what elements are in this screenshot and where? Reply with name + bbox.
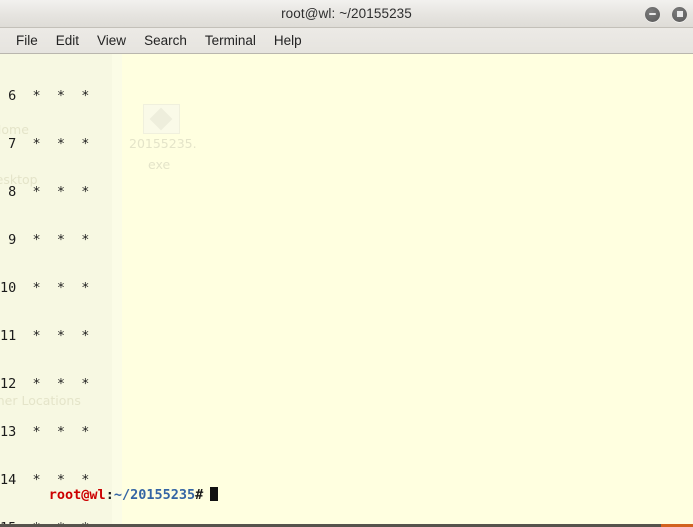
minimize-icon: [649, 13, 656, 15]
terminal-line: 9 * * *: [0, 232, 90, 248]
menu-item-terminal[interactable]: Terminal: [196, 31, 265, 51]
menu-bar: File Edit View Search Terminal Help: [0, 28, 693, 54]
terminal-line: 10 * * *: [0, 280, 90, 296]
title-bar[interactable]: root@wl: ~/20155235: [0, 0, 693, 28]
menu-item-edit[interactable]: Edit: [47, 31, 88, 51]
text-cursor[interactable]: [210, 487, 219, 501]
maximize-button[interactable]: [672, 6, 687, 22]
minimize-button[interactable]: [645, 6, 660, 22]
shell-prompt: root@wl:~/20155235#: [0, 471, 219, 519]
terminal-line: 8 * * *: [0, 184, 90, 200]
window-controls: [645, 0, 687, 28]
prompt-sigil: #: [195, 487, 204, 503]
window-title: root@wl: ~/20155235: [281, 6, 412, 21]
terminal-line: 11 * * *: [0, 328, 90, 344]
terminal-screen[interactable]: 20155235. exe Home Desktop Other Locatio…: [0, 54, 693, 527]
maximize-icon: [676, 11, 683, 17]
terminal-line: 7 * * *: [0, 136, 90, 152]
prompt-user-host: root@wl: [48, 487, 106, 503]
prompt-separator: :: [105, 487, 114, 503]
menu-item-file[interactable]: File: [7, 31, 47, 51]
terminal-window: root@wl: ~/20155235 File Edit View Searc…: [0, 0, 693, 527]
terminal-line: 12 * * *: [0, 376, 90, 392]
terminal-output: 6 * * * 7 * * * 8 * * * 9 * * * 10 * * *…: [0, 54, 693, 527]
prompt-path: ~/20155235: [113, 487, 196, 503]
menu-item-search[interactable]: Search: [135, 31, 196, 51]
menu-item-view[interactable]: View: [88, 31, 135, 51]
terminal-line: 6 * * *: [0, 88, 90, 104]
menu-item-help[interactable]: Help: [265, 31, 311, 51]
terminal-line: 13 * * *: [0, 424, 90, 440]
